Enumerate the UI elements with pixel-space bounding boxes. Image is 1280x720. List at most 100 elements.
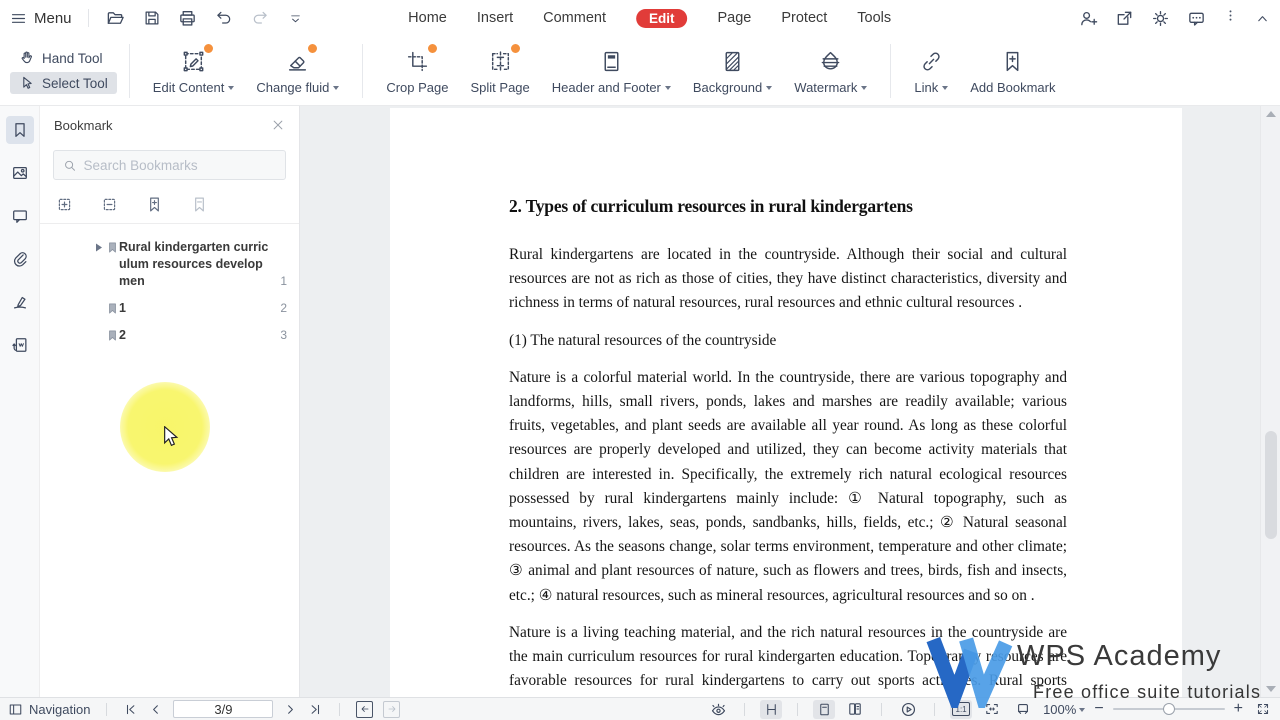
undo-button[interactable] [213,7,235,29]
scroll-up-arrow-icon[interactable] [1266,111,1276,117]
single-page-view-button[interactable] [813,700,835,719]
watermark-button[interactable]: Watermark [783,39,878,103]
dropdown-caret-icon [861,86,867,90]
rail-attachments-button[interactable] [6,245,34,273]
divider [881,703,882,716]
fit-page-icon [1015,701,1031,717]
play-slideshow-button[interactable] [897,700,919,719]
rail-images-button[interactable] [6,159,34,187]
zoom-out-button[interactable]: − [1094,701,1103,717]
fullscreen-icon [1256,702,1270,716]
edit-content-button[interactable]: Edit Content [142,39,246,103]
feedback-button[interactable] [1187,9,1206,28]
save-button[interactable] [141,7,163,29]
collapse-all-icon[interactable] [101,196,118,213]
split-page-icon [488,47,513,74]
rail-comments-button[interactable] [6,202,34,230]
dropdown-caret-icon [665,86,671,90]
bookmark-item[interactable]: 1 2 [40,295,299,322]
customize-toolbar-button[interactable] [285,7,307,29]
fullscreen-button[interactable] [1252,700,1274,719]
next-page-button[interactable] [283,702,298,717]
change-fluid-button[interactable]: Change fluid [245,39,350,103]
tab-page[interactable]: Page [717,10,751,26]
bookmark-item[interactable]: 2 3 [40,322,299,349]
reading-background-button[interactable] [707,700,729,719]
bookmark-item[interactable]: Rural kindergarten curriculum resources … [40,234,299,295]
bookmark-item-title: 1 [119,300,271,317]
document-paragraph: Nature is a living teaching material, an… [509,621,1067,697]
two-page-view-button[interactable] [844,700,866,719]
previous-page-button[interactable] [148,702,163,717]
bookmark-small-icon [106,302,119,315]
first-page-button[interactable] [123,702,138,717]
divider [88,9,89,27]
expand-all-icon[interactable] [56,196,73,213]
tab-home[interactable]: Home [408,10,447,26]
paperclip-icon [11,250,29,268]
invite-user-button[interactable] [1079,9,1098,28]
bookmark-search[interactable] [53,150,286,180]
scrollbar-thumb[interactable] [1265,431,1277,539]
rail-bookmark-button[interactable] [6,116,34,144]
hand-tool-button[interactable]: Hand Tool [10,47,117,69]
zoom-level-button[interactable]: 100% [1043,702,1085,717]
add-bookmark-small-icon[interactable] [146,196,163,213]
scroll-down-arrow-icon[interactable] [1266,686,1276,692]
one-to-one-icon: 1:1 [952,702,970,716]
print-button[interactable] [177,7,199,29]
forward-view-button[interactable] [383,701,400,718]
remove-bookmark-icon[interactable] [191,196,208,213]
zoom-in-button[interactable]: + [1234,701,1243,717]
redo-button[interactable] [249,7,271,29]
fit-page-button[interactable] [1012,700,1034,719]
dropdown-caret-icon [766,86,772,90]
document-page[interactable]: 2. Types of curriculum resources in rura… [390,108,1182,697]
crop-page-label: Crop Page [386,80,448,95]
document-paragraph: (1) The natural resources of the country… [509,329,1067,353]
caret-right-icon[interactable] [95,243,103,252]
tab-tools[interactable]: Tools [857,10,891,26]
page-indicator-box[interactable]: 3/9 [173,700,273,718]
settings-button[interactable] [1151,9,1170,28]
share-button[interactable] [1115,9,1134,28]
link-button[interactable]: Link [903,39,959,103]
hamburger-icon [10,10,27,27]
close-icon[interactable] [271,118,285,132]
collapse-ribbon-button[interactable] [1255,11,1270,26]
continuous-scroll-button[interactable] [760,700,782,719]
share-icon [1115,9,1134,28]
tab-insert[interactable]: Insert [477,10,513,26]
tab-edit[interactable]: Edit [636,9,688,28]
last-page-button[interactable] [308,702,323,717]
open-file-button[interactable] [105,7,127,29]
navigation-toggle-button[interactable]: Navigation [8,702,90,717]
tab-comment[interactable]: Comment [543,10,606,26]
document-area[interactable]: 2. Types of curriculum resources in rura… [300,106,1280,697]
vertical-scrollbar[interactable] [1260,106,1280,697]
header-footer-button[interactable]: Header and Footer [541,39,682,103]
back-view-button[interactable] [356,701,373,718]
rail-signature-button[interactable] [6,288,34,316]
zoom-slider[interactable] [1113,708,1225,710]
comment-bubble-icon [1187,9,1206,28]
menu-button[interactable]: Menu [10,10,72,27]
zoom-slider-knob[interactable] [1163,703,1175,715]
fit-width-button[interactable] [981,700,1003,719]
watermark-label: Watermark [794,80,857,95]
split-page-button[interactable]: Split Page [460,39,541,103]
select-tool-button[interactable]: Select Tool [10,72,117,94]
search-icon [63,158,77,173]
comment-icon [11,207,29,225]
add-bookmark-button[interactable]: Add Bookmark [959,39,1066,103]
status-bar: Navigation 3/9 1:1 100% − + [0,697,1280,720]
search-bookmarks-input[interactable] [84,158,276,173]
watermark-icon [818,47,843,74]
crop-page-button[interactable]: Crop Page [375,39,459,103]
more-options-button[interactable] [1223,8,1238,28]
actual-size-button[interactable]: 1:1 [950,700,972,719]
add-bookmark-icon [1000,47,1025,74]
rail-export-button[interactable] [6,331,34,359]
tab-protect[interactable]: Protect [781,10,827,26]
background-button[interactable]: Background [682,39,783,103]
